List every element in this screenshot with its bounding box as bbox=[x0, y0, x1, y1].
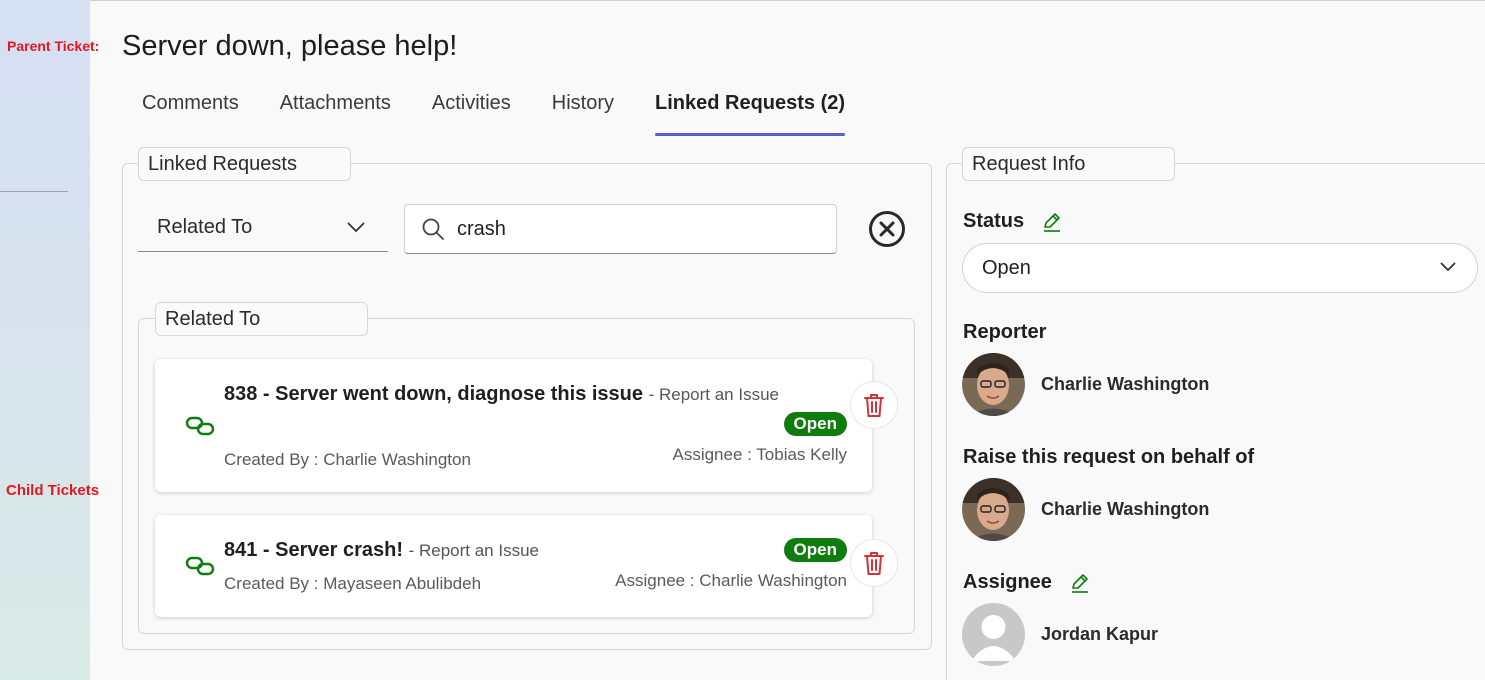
delete-link-button[interactable] bbox=[850, 539, 898, 587]
request-assignee: Assignee : Tobias Kelly bbox=[672, 445, 847, 464]
request-created-by: Created By : Mayaseen Abulibdeh bbox=[224, 574, 482, 593]
assignee-label: Assignee bbox=[963, 571, 1052, 593]
parent-ticket-annotation: Parent Ticket: bbox=[7, 38, 100, 54]
status-value: Open bbox=[982, 256, 1031, 279]
reporter-avatar bbox=[962, 353, 1025, 416]
tab-activities[interactable]: Activities bbox=[432, 92, 511, 138]
search-box[interactable] bbox=[404, 204, 837, 254]
link-icon bbox=[185, 416, 215, 436]
request-info-panel bbox=[946, 163, 1485, 680]
linked-request-card[interactable]: 838 - Server went down, diagnose this is… bbox=[155, 359, 872, 492]
status-select[interactable]: Open bbox=[962, 243, 1478, 293]
request-title[interactable]: 838 - Server went down, diagnose this is… bbox=[224, 383, 643, 405]
assignee-name: Jordan Kapur bbox=[1041, 624, 1159, 644]
linked-request-card[interactable]: 841 - Server crash! - Report an Issue Op… bbox=[155, 515, 872, 617]
pencil-icon[interactable] bbox=[1042, 212, 1062, 232]
search-input[interactable] bbox=[457, 217, 817, 241]
link-icon bbox=[185, 556, 215, 576]
child-tickets-annotation: Child Tickets bbox=[6, 482, 100, 499]
behalf-name: Charlie Washington bbox=[1041, 499, 1210, 519]
reporter-label: Reporter bbox=[963, 321, 1047, 343]
request-title-line: 841 - Server crash! - Report an Issue bbox=[224, 539, 539, 562]
search-icon bbox=[422, 218, 444, 240]
trash-icon bbox=[864, 552, 884, 575]
top-border bbox=[90, 0, 1485, 1]
request-assignee: Assignee : Charlie Washington bbox=[615, 571, 847, 590]
request-title[interactable]: 841 - Server crash! bbox=[224, 539, 403, 561]
request-type: - Report an Issue bbox=[648, 385, 779, 404]
chevron-down-icon bbox=[347, 222, 365, 233]
relation-filter-dropdown[interactable]: Related To bbox=[138, 204, 388, 252]
request-type: - Report an Issue bbox=[408, 541, 539, 560]
avatar-placeholder-icon bbox=[962, 603, 1025, 666]
request-info-legend: Request Info bbox=[962, 147, 1175, 181]
relation-filter-value: Related To bbox=[157, 216, 253, 238]
linked-requests-legend: Linked Requests bbox=[138, 147, 351, 181]
tab-bar: Comments Attachments Activities History … bbox=[142, 92, 886, 138]
left-sidebar-strip bbox=[0, 0, 90, 680]
tab-attachments[interactable]: Attachments bbox=[280, 92, 391, 138]
delete-link-button[interactable] bbox=[850, 381, 898, 429]
status-badge: Open bbox=[783, 412, 847, 436]
chevron-down-icon bbox=[1440, 262, 1456, 272]
tab-linked-requests[interactable]: Linked Requests (2) bbox=[655, 92, 846, 138]
tab-history[interactable]: History bbox=[552, 92, 614, 138]
related-to-legend: Related To bbox=[155, 302, 368, 336]
trash-icon bbox=[864, 394, 884, 417]
reporter-name: Charlie Washington bbox=[1041, 374, 1210, 394]
request-title-line: 838 - Server went down, diagnose this is… bbox=[224, 383, 779, 406]
status-label: Status bbox=[963, 210, 1025, 232]
page-title: Server down, please help! bbox=[122, 30, 458, 62]
pencil-icon[interactable] bbox=[1070, 573, 1090, 593]
sidebar-divider bbox=[0, 191, 68, 192]
behalf-label: Raise this request on behalf of bbox=[963, 446, 1255, 468]
clear-circle-icon[interactable] bbox=[868, 210, 906, 248]
tab-comments[interactable]: Comments bbox=[142, 92, 239, 138]
behalf-avatar bbox=[962, 478, 1025, 541]
request-created-by: Created By : Charlie Washington bbox=[224, 450, 471, 469]
status-badge: Open bbox=[783, 538, 847, 562]
